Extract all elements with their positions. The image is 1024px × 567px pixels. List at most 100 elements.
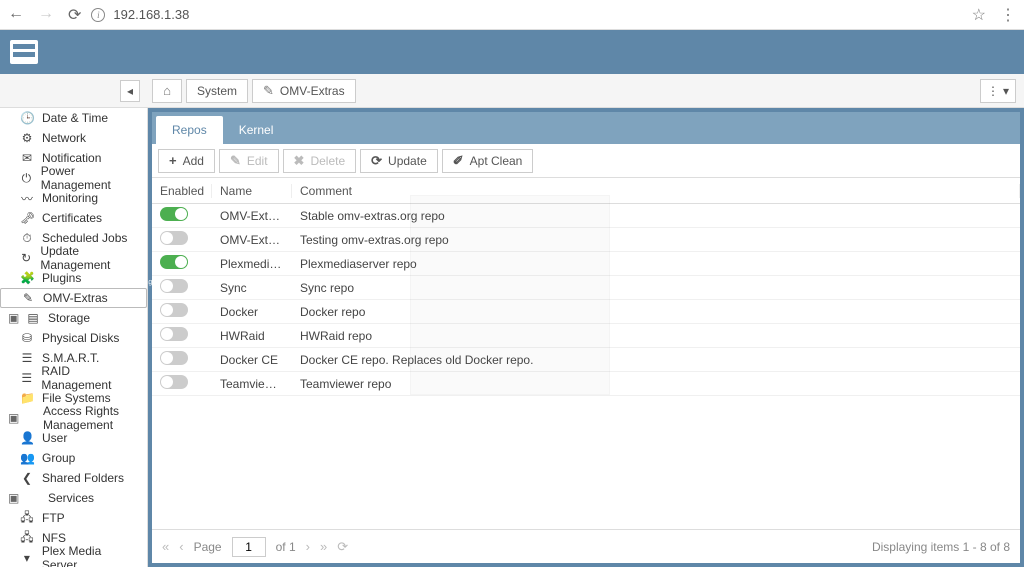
- col-enabled[interactable]: Enabled: [152, 184, 212, 198]
- sidebar-item-label: OMV-Extras: [43, 291, 108, 305]
- grid-header: Enabled Name Comment: [152, 178, 1020, 204]
- sidebar-item-certificates[interactable]: 🗝 Certificates: [0, 208, 147, 228]
- storage-icon: ▤: [26, 311, 40, 325]
- table-row[interactable]: DockerDocker repo: [152, 300, 1020, 324]
- breadcrumb-current[interactable]: ✎ OMV-Extras: [252, 79, 356, 103]
- sidebar-item-ftp[interactable]: 🖧FTP: [0, 508, 147, 528]
- sidebar-item-date-time[interactable]: 🕒 Date & Time: [0, 108, 147, 128]
- sidebar-item-group[interactable]: 👥Group: [0, 448, 147, 468]
- next-page-icon[interactable]: ›: [306, 539, 310, 554]
- sidebar-item-update-management[interactable]: ↻Update Management: [0, 248, 147, 268]
- enabled-toggle[interactable]: [160, 207, 188, 221]
- sidebar-item-raid-management[interactable]: ☰RAID Management: [0, 368, 147, 388]
- tab-repos[interactable]: Repos: [156, 116, 223, 144]
- repo-comment: Docker CE repo. Replaces old Docker repo…: [292, 353, 1020, 367]
- table-row[interactable]: TeamviewerTeamviewer repo: [152, 372, 1020, 396]
- col-comment[interactable]: Comment: [292, 184, 1020, 198]
- collapse-icon: ▣: [8, 491, 18, 505]
- sidebar-item-plex-media-server[interactable]: ▾Plex Media Server: [0, 548, 147, 567]
- page-label: Page: [194, 540, 222, 554]
- file-systems-icon: 📁: [20, 391, 34, 405]
- scheduled-jobs-icon: ⏱: [20, 231, 34, 246]
- repo-name: OMV-Extra...: [212, 233, 292, 247]
- page-menu-button[interactable]: ⋮ ▾: [980, 79, 1016, 103]
- monitoring-icon: 〰: [20, 190, 34, 207]
- tab-kernel[interactable]: Kernel: [223, 116, 290, 144]
- table-row[interactable]: OMV-Extra...Stable omv-extras.org repo: [152, 204, 1020, 228]
- enabled-toggle[interactable]: [160, 327, 188, 341]
- enabled-toggle[interactable]: [160, 351, 188, 365]
- repo-name: Docker CE: [212, 353, 292, 367]
- eraser-icon: ✐: [453, 153, 464, 169]
- enabled-toggle[interactable]: [160, 255, 188, 269]
- repo-grid: Enabled Name Comment OMV-Extra...Stable …: [152, 178, 1020, 529]
- update-button[interactable]: ⟳ Update: [360, 149, 438, 173]
- table-row[interactable]: SyncSync repo: [152, 276, 1020, 300]
- page-input[interactable]: [232, 537, 266, 557]
- update-management-icon: ↻: [20, 251, 32, 265]
- sidebar-item-physical-disks[interactable]: ⛁Physical Disks: [0, 328, 147, 348]
- sidebar-item-shared-folders[interactable]: ❮ Shared Folders: [0, 468, 147, 488]
- col-name[interactable]: Name: [212, 184, 292, 198]
- sidebar-item-label: Power Management: [41, 164, 139, 192]
- enabled-toggle[interactable]: [160, 231, 188, 245]
- notification-icon: ✉: [20, 151, 34, 165]
- nfs-icon: 🖧: [20, 528, 34, 549]
- apt-clean-button[interactable]: ✐ Apt Clean: [442, 149, 534, 173]
- s-m-a-r-t--icon: ☰: [20, 351, 34, 365]
- sidebar-item-services[interactable]: ▣Services: [0, 488, 147, 508]
- ftp-icon: 🖧: [20, 508, 34, 529]
- enabled-toggle[interactable]: [160, 303, 188, 317]
- add-button[interactable]: + Add: [158, 149, 215, 173]
- plus-icon: +: [169, 153, 177, 168]
- prev-page-icon[interactable]: ‹: [179, 539, 183, 554]
- refresh-pager-icon[interactable]: ⟳: [337, 539, 348, 555]
- sidebar-item-label: Certificates: [42, 211, 102, 225]
- last-page-icon[interactable]: »: [320, 539, 327, 554]
- collapse-icon: ▣: [8, 311, 18, 325]
- enabled-toggle[interactable]: [160, 375, 188, 389]
- plugins-icon: 🧩: [20, 271, 34, 285]
- sidebar-item-power-management[interactable]: ⏻Power Management: [0, 168, 147, 188]
- breadcrumb-home[interactable]: ⌂: [152, 79, 182, 103]
- sidebar-item-omv-extras[interactable]: ✎OMV-Extras: [0, 288, 147, 308]
- sidebar-item-network[interactable]: ⚙Network: [0, 128, 147, 148]
- edit-button[interactable]: ✎ Edit: [219, 149, 279, 173]
- certificates-icon: 🗝: [20, 211, 34, 225]
- power-management-icon: ⏻: [20, 171, 33, 186]
- app-header: openmediavault The open network attached…: [0, 30, 1024, 74]
- breadcrumb-system[interactable]: System: [186, 79, 248, 103]
- plug-icon: ✎: [263, 83, 274, 99]
- physical-disks-icon: ⛁: [20, 331, 34, 345]
- pager: « ‹ Page of 1 › » ⟳ Displaying items 1 -…: [152, 529, 1020, 563]
- enabled-toggle[interactable]: [160, 279, 188, 293]
- group-icon: 👥: [20, 451, 34, 465]
- table-row[interactable]: Plexmedias...Plexmediaserver repo: [152, 252, 1020, 276]
- sidebar-item-access-rights-management[interactable]: ▣Access Rights Management: [0, 408, 147, 428]
- sidebar-item-label: Shared Folders: [42, 471, 124, 485]
- kebab-icon: ⋮: [987, 84, 999, 98]
- sidebar-collapse-button[interactable]: ◂: [120, 80, 140, 102]
- table-row[interactable]: HWRaidHWRaid repo: [152, 324, 1020, 348]
- repo-comment: Testing omv-extras.org repo: [292, 233, 1020, 247]
- sidebar-item-label: Plex Media Server: [42, 544, 139, 567]
- sidebar-item-label: Notification: [42, 151, 101, 165]
- repo-name: OMV-Extra...: [212, 209, 292, 223]
- sidebar-item-storage[interactable]: ▣▤Storage: [0, 308, 147, 328]
- delete-icon: ✖: [294, 153, 305, 169]
- sidebar-item-label: Scheduled Jobs: [42, 231, 127, 245]
- first-page-icon[interactable]: «: [162, 539, 169, 554]
- shared-folders-icon: ❮: [20, 471, 34, 485]
- delete-button[interactable]: ✖ Delete: [283, 149, 357, 173]
- user-icon: 👤: [20, 431, 34, 445]
- repo-comment: HWRaid repo: [292, 329, 1020, 343]
- menu-icon[interactable]: ⋮: [1000, 5, 1016, 25]
- star-icon[interactable]: ☆: [972, 5, 986, 25]
- table-row[interactable]: Docker CEDocker CE repo. Replaces old Do…: [152, 348, 1020, 372]
- content-area: Repos Kernel + Add ✎ Edit ✖ Delete ⟳: [148, 108, 1024, 567]
- edit-icon: ✎: [230, 153, 241, 169]
- table-row[interactable]: OMV-Extra...Testing omv-extras.org repo: [152, 228, 1020, 252]
- date-time-icon: 🕒: [20, 111, 34, 125]
- sidebar-item-label: Date & Time: [42, 111, 108, 125]
- page-total: of 1: [276, 540, 296, 554]
